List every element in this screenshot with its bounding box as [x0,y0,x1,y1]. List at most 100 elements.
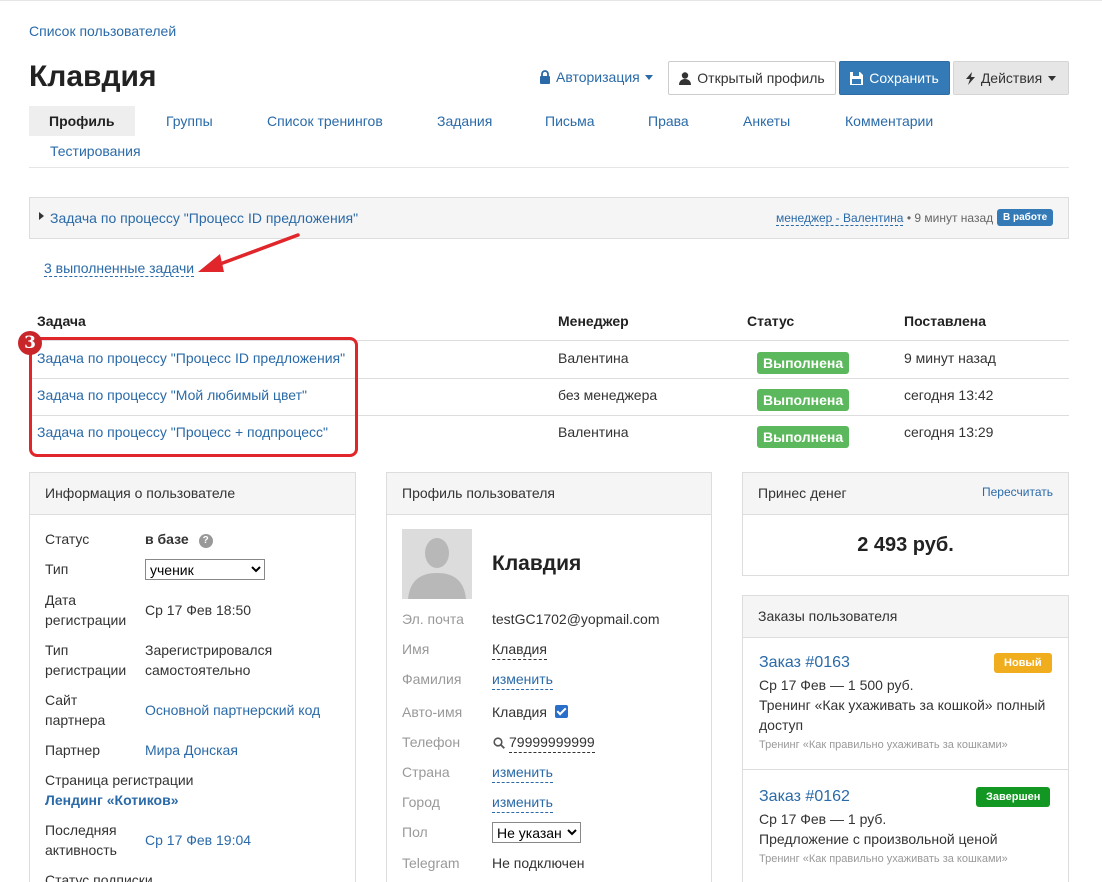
column-header-manager: Менеджер [558,313,629,329]
type-label: Тип [45,561,69,577]
status-value-text: в базе [145,531,189,547]
status-label: Статус [45,531,90,547]
auto-name-checkbox[interactable] [555,705,568,718]
partner-site-label: Сайт партнера [45,690,105,730]
order-training: Тренинг «Как правильно ухаживать за кошк… [759,853,1008,865]
auto-name-label: Авто-имя [402,704,463,720]
tab-comments[interactable]: Комментарии [845,106,933,136]
panel-title: Заказы пользователя [743,596,1068,638]
column-header-task: Задача [37,313,86,329]
tab-testing[interactable]: Тестирования [50,136,141,166]
status-badge-done: Выполнена [757,389,850,411]
task-created: 9 минут назад [904,350,996,366]
annotation-arrow-icon [198,233,300,272]
recalculate-link[interactable]: Пересчитать [982,485,1053,499]
last-activity-link[interactable]: Ср 17 Фев 19:04 [145,830,251,850]
last-activity-label-line2: активность [45,842,117,858]
panel-title: Принес денег [758,485,847,501]
last-name-edit-link[interactable]: изменить [492,669,553,690]
reg-date-label-line1: Дата [45,592,77,608]
user-icon [679,71,692,85]
order-status-badge: Новый [994,653,1052,673]
order-description-line2: доступ [759,717,804,733]
active-task-manager[interactable]: менеджер - Валентина [776,211,904,226]
tab-letters[interactable]: Письма [545,106,595,136]
partner-site-label-line2: партнера [45,712,106,728]
caret-right-icon[interactable] [39,212,44,220]
panel-title: Информация о пользователе [30,473,355,515]
status-value: в базе? [145,529,213,549]
save-button[interactable]: Сохранить [839,61,950,95]
first-name-editable[interactable]: Клавдия [492,639,547,660]
country-label: Страна [402,764,450,780]
actions-label: Действия [980,70,1043,86]
tab-profile[interactable]: Профиль [29,106,135,136]
tab-rights[interactable]: Права [648,106,689,136]
email-value: testGC1702@yopmail.com [492,611,660,627]
caret-down-icon [644,74,653,80]
active-task-link[interactable]: Задача по процессу "Процесс ID предложен… [50,210,358,226]
reg-type-label: Тип регистрации [45,640,126,680]
phone-label: Телефон [402,734,461,750]
tab-trainings-list[interactable]: Список тренингов [267,106,383,136]
money-amount: 2 493 руб. [857,534,954,556]
email-label: Эл. почта [402,611,464,627]
active-task-time: • 9 минут назад [903,211,994,225]
help-icon[interactable]: ? [198,534,213,548]
authorization-label: Авторизация [556,69,640,85]
annotation-highlight-box [29,337,358,457]
floppy-disk-icon [850,71,864,85]
column-header-created: Поставлена [904,313,987,329]
reg-page-label: Страница регистрации [45,772,194,788]
task-created: сегодня 13:42 [904,387,994,403]
phone-editable[interactable]: 79999999999 [509,732,595,753]
auto-name-value: Клавдия [492,704,547,720]
partner-label: Партнер [45,742,101,758]
panel-header: Принес денег Пересчитать [743,473,1068,515]
reg-type-label-line2: регистрации [45,662,127,678]
status-badge-done: Выполнена [757,352,850,374]
money-panel: Принес денег Пересчитать 2 493 руб. [742,472,1069,576]
actions-dropdown-button[interactable]: Действия [953,61,1069,95]
task-manager: без менеджера [558,387,658,403]
order-link[interactable]: Заказ #0162 [759,787,850,807]
country-edit-link[interactable]: изменить [492,762,553,783]
search-icon[interactable] [493,737,505,749]
gender-label: Пол [402,824,428,840]
order-status-badge: Завершен [976,787,1051,807]
authorization-dropdown[interactable]: Авторизация [539,69,653,85]
task-manager: Валентина [558,350,629,366]
user-info-panel: Информация о пользователе Статус в базе?… [29,472,356,882]
order-description-line1: Предложение с произвольной ценой [759,831,998,847]
page-title: Клавдия [29,60,157,93]
order-description-line1: Тренинг «Как ухаживать за кошкой» полный [759,697,1046,713]
reg-type-label-line1: Тип [45,642,69,658]
first-name-label: Имя [402,641,430,657]
telegram-value: Не подключен [492,855,585,871]
city-edit-link[interactable]: изменить [492,792,553,813]
open-profile-label: Открытый профиль [697,70,825,86]
tab-groups[interactable]: Группы [166,106,213,136]
orders-panel: Заказы пользователя Заказ #0163 Новый Ср… [742,595,1069,882]
order-link[interactable]: Заказ #0163 [759,653,850,673]
subscription-label: Статус подписки [45,872,153,882]
active-task-meta: менеджер - Валентина • 9 минут назад [776,211,994,226]
reg-page-link[interactable]: Лендинг «Котиков» [45,790,179,810]
status-badge-in-progress: В работе [997,209,1054,226]
avatar [402,529,472,599]
gender-select[interactable]: Не указан [492,822,581,843]
open-profile-button[interactable]: Открытый профиль [668,61,836,95]
user-type-select[interactable]: ученик [145,559,265,580]
telegram-label: Telegram [402,855,460,871]
partner-link[interactable]: Мира Донская [145,740,238,760]
tab-surveys[interactable]: Анкеты [743,106,790,136]
partner-site-link[interactable]: Основной партнерский код [145,700,320,720]
profile-name: Клавдия [492,552,582,575]
profile-tabs: Профиль Группы Список тренингов Задания … [29,106,1069,168]
breadcrumb-users-list[interactable]: Список пользователей [29,23,176,39]
tab-assignments[interactable]: Задания [437,106,492,136]
completed-tasks-toggle[interactable]: 3 выполненные задачи [44,260,195,277]
city-label: Город [402,794,440,810]
order-date-price: Ср 17 Фев — 1 500 руб. [759,677,914,693]
column-header-status: Статус [747,313,795,329]
